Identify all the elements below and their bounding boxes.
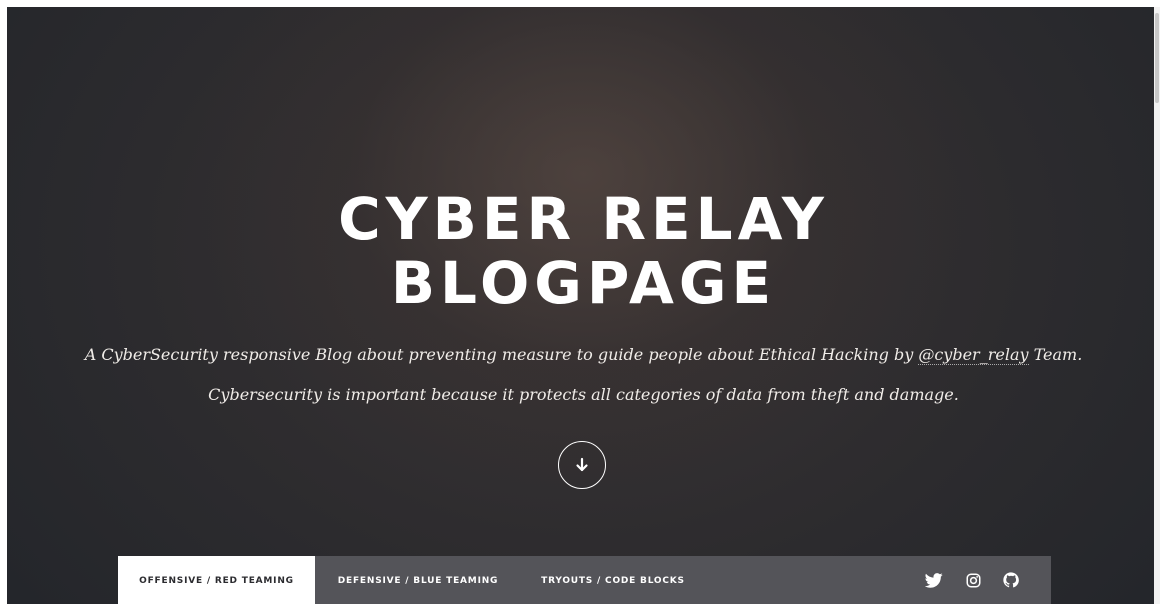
tagline-line2: Cybersecurity is important because it pr… [208, 385, 959, 404]
nav-bar: OFFENSIVE / RED TEAMING DEFENSIVE / BLUE… [118, 556, 1051, 604]
github-icon [1003, 572, 1019, 588]
instagram-icon [966, 573, 980, 587]
tab-offensive-red-teaming[interactable]: OFFENSIVE / RED TEAMING [118, 556, 315, 604]
twitter-icon [925, 572, 943, 588]
scroll-down-button[interactable] [558, 441, 606, 489]
tagline-suffix: Team. [1028, 345, 1083, 364]
tagline-prefix: A CyberSecurity responsive Blog about pr… [84, 345, 919, 364]
scrollbar-thumb[interactable] [1155, 13, 1159, 103]
hero-section: CYBER RELAY BLOGPAGE A CyberSecurity res… [7, 7, 1160, 604]
arrow-down-icon [576, 457, 588, 472]
page-scrollbar[interactable] [1154, 7, 1160, 604]
twitter-handle-link[interactable]: @cyber_relay [918, 345, 1029, 365]
instagram-link[interactable] [963, 570, 983, 590]
site-title: CYBER RELAY BLOGPAGE [7, 187, 1160, 315]
tab-defensive-blue-teaming[interactable]: DEFENSIVE / BLUE TEAMING [323, 556, 513, 604]
site-title-line2: BLOGPAGE [390, 249, 777, 317]
github-link[interactable] [1001, 570, 1021, 590]
site-title-line1: CYBER RELAY [338, 185, 829, 253]
tagline-line1: A CyberSecurity responsive Blog about pr… [7, 345, 1160, 365]
tab-tryouts-code-blocks[interactable]: TRYOUTS / CODE BLOCKS [523, 556, 703, 604]
twitter-link[interactable] [924, 570, 944, 590]
